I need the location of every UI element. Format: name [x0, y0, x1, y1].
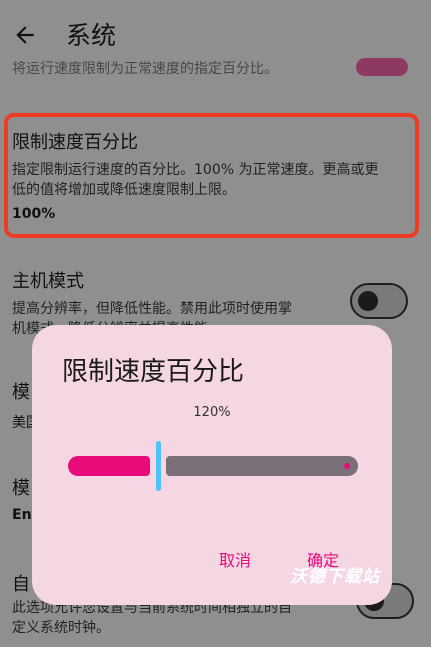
setting-title-fragment: 模: [12, 478, 30, 499]
setting-title: 主机模式: [12, 271, 84, 292]
dialog-title: 限制速度百分比: [62, 357, 245, 387]
back-arrow-icon[interactable]: [12, 22, 38, 48]
setting-title-fragment: 自: [12, 574, 30, 595]
page-title: 系统: [66, 21, 117, 50]
slider-value-label: 120%: [193, 405, 231, 420]
host-mode-toggle[interactable]: [350, 283, 408, 319]
settings-page: 系统 将运行速度限制为正常速度的指定百分比。 限制速度百分比 指定限制运行速度的…: [0, 0, 431, 647]
slider-inactive-track: [166, 456, 358, 476]
setting-title-fragment: 模: [12, 382, 30, 403]
watermark-text: 沃德下载站: [290, 567, 380, 587]
toggle-knob: [358, 291, 378, 311]
slider-active-track: [68, 456, 150, 476]
slider-stop-indicator: [344, 463, 350, 469]
slider-thumb[interactable]: [156, 441, 161, 491]
setting-value-fragment: En: [12, 507, 32, 523]
speed-slider[interactable]: [68, 437, 358, 493]
cancel-button[interactable]: 取消: [219, 547, 251, 571]
setting-desc-line: 定义系统时钟。: [12, 620, 110, 636]
partial-setting-desc: 将运行速度限制为正常速度的指定百分比。: [12, 61, 278, 77]
highlight-frame: [4, 113, 419, 238]
app-bar: 系统: [0, 0, 431, 62]
partial-toggle[interactable]: [356, 58, 408, 76]
